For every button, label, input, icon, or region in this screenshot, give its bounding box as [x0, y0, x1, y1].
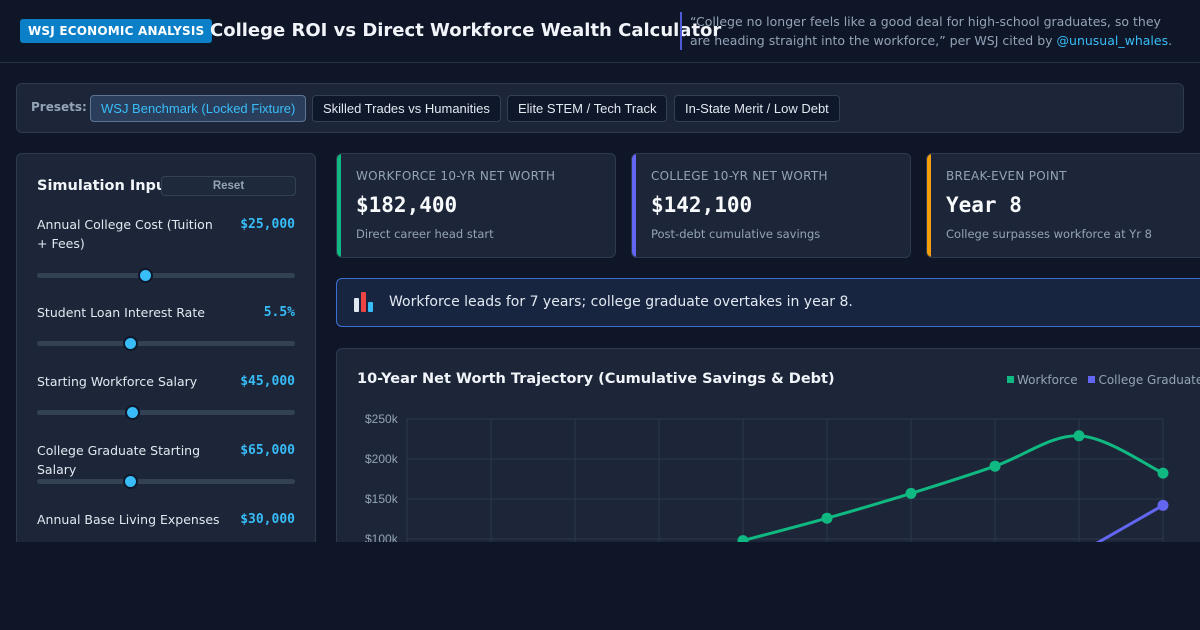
workforce-networth-card: WORKFORCE 10-YR NET WORTH $182,400 Direc… [336, 153, 616, 258]
y-tick-label: $250k [365, 412, 399, 426]
data-point[interactable] [1073, 430, 1085, 442]
grad-salary-label: College Graduate Starting Salary [37, 443, 201, 477]
source-badge: WSJ ECONOMIC ANALYSIS [20, 19, 213, 43]
college-cost-value: $25,000 [240, 217, 295, 232]
presets-label: Presets: [31, 100, 87, 114]
card-label: COLLEGE 10-YR NET WORTH [651, 169, 828, 183]
living-expenses-value: $30,000 [240, 512, 295, 527]
chart-legend: Workforce College Graduate [1007, 373, 1200, 387]
card-label: WORKFORCE 10-YR NET WORTH [356, 169, 556, 183]
break-even-card: BREAK-EVEN POINT Year 8 College surpasse… [926, 153, 1200, 258]
bar-chart-icon [353, 291, 377, 313]
card-subtext: Direct career head start [356, 227, 494, 241]
grad-salary-slider[interactable] [37, 474, 295, 489]
slider-thumb[interactable] [122, 474, 138, 489]
workforce-salary-value: $45,000 [240, 374, 295, 389]
presets-bar: Presets: WSJ Benchmark (Locked Fixture) … [16, 83, 1184, 133]
workforce-salary-slider[interactable] [37, 405, 295, 420]
page-title: College ROI vs Direct Workforce Wealth C… [210, 20, 722, 41]
y-tick-label: $200k [365, 452, 399, 466]
preset-wsj-benchmark-button[interactable]: WSJ Benchmark (Locked Fixture) [90, 95, 307, 122]
grad-salary-value: $65,000 [240, 443, 295, 458]
loan-rate-slider[interactable] [37, 336, 295, 351]
card-subtext: Post-debt cumulative savings [651, 227, 821, 241]
loan-rate-value: 5.5% [263, 305, 295, 320]
data-point[interactable] [1157, 499, 1169, 511]
preset-in-state-merit-button[interactable]: In-State Merit / Low Debt [674, 95, 840, 122]
reset-button[interactable]: Reset [161, 176, 296, 196]
living-expenses-label: Annual Base Living Expenses [37, 512, 220, 527]
card-value: Year 8 [946, 193, 1022, 217]
y-tick-label: $150k [365, 492, 399, 506]
preset-elite-stem-button[interactable]: Elite STEM / Tech Track [507, 95, 668, 122]
insight-text: Workforce leads for 7 years; college gra… [389, 294, 853, 310]
preset-skilled-trades-button[interactable]: Skilled Trades vs Humanities [312, 95, 501, 122]
chart-title: 10-Year Net Worth Trajectory (Cumulative… [357, 371, 835, 387]
card-value: $182,400 [356, 193, 458, 217]
legend-workforce[interactable]: Workforce [1007, 373, 1078, 387]
loan-rate-label: Student Loan Interest Rate [37, 305, 205, 320]
workforce-salary-label: Starting Workforce Salary [37, 374, 198, 389]
card-accent [337, 154, 341, 257]
college-networth-card: COLLEGE 10-YR NET WORTH $142,100 Post-de… [631, 153, 911, 258]
series-line-workforce [742, 434, 1164, 543]
legend-college-graduate[interactable]: College Graduate [1088, 373, 1200, 387]
college-cost-label: Annual College Cost (Tuition + Fees) [37, 217, 213, 251]
quote-end: . [1168, 33, 1173, 48]
card-accent [632, 154, 636, 257]
slider-thumb[interactable] [122, 336, 138, 351]
card-accent [927, 154, 931, 257]
insight-banner: Workforce leads for 7 years; college gra… [336, 278, 1200, 327]
viewport-cutoff [0, 542, 1200, 630]
app-header: WSJ ECONOMIC ANALYSIS College ROI vs Dir… [0, 0, 1200, 63]
slider-thumb[interactable] [125, 405, 141, 420]
data-point[interactable] [1157, 467, 1169, 479]
data-point[interactable] [821, 512, 833, 524]
card-label: BREAK-EVEN POINT [946, 169, 1067, 183]
slider-thumb[interactable] [138, 268, 154, 283]
quote-handle-link[interactable]: @unusual_whales [1057, 33, 1169, 48]
simulation-inputs-panel: Simulation Inputs Reset Annual College C… [16, 153, 316, 553]
networth-chart-panel: $250k $200k $150k $100k 10-Year Net Worth T… [336, 348, 1200, 568]
card-value: $142,100 [651, 193, 753, 217]
college-cost-slider[interactable] [37, 268, 295, 283]
wsj-quote: “College no longer feels like a good dea… [680, 12, 1180, 50]
data-point[interactable] [989, 460, 1001, 472]
card-subtext: College surpasses workforce at Yr 8 [946, 227, 1153, 241]
data-point[interactable] [905, 487, 917, 499]
